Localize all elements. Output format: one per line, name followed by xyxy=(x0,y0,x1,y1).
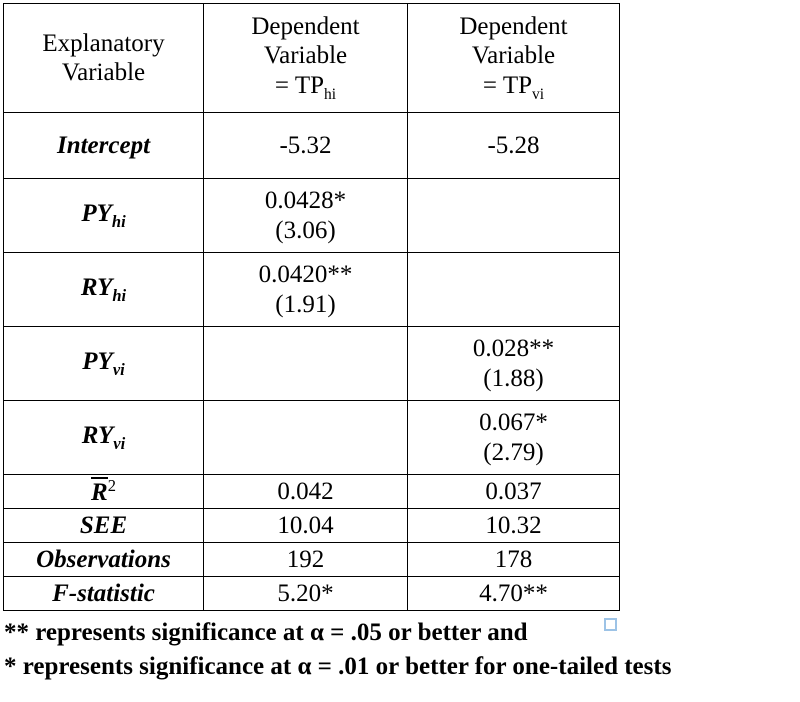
header-equation: = TPhi xyxy=(204,71,407,104)
header-dependent-variable-tphi: Dependent Variable = TPhi xyxy=(203,3,408,113)
row-label-base: SEE xyxy=(79,511,128,539)
cell-r-squared-tpvi: 0.037 xyxy=(407,474,620,509)
table-header-row: Explanatory Variable Dependent Variable … xyxy=(3,3,620,113)
selection-handle[interactable] xyxy=(604,618,617,631)
header-line: Variable xyxy=(61,59,146,86)
coefficient-value: -5.32 xyxy=(279,131,332,159)
row-label-base: Observations xyxy=(36,545,171,573)
row-label-py-vi: PYvi xyxy=(3,326,204,401)
cell-py-hi-tphi: 0.0428* (3.06) xyxy=(203,178,408,253)
cell-f-statistic-tphi: 5.20* xyxy=(203,576,408,611)
header-line: Explanatory xyxy=(42,29,165,57)
row-label-subscript: hi xyxy=(111,212,126,232)
footnote-double-asterisk: ** represents significance at α = .05 or… xyxy=(4,619,528,646)
header-equation: = TPvi xyxy=(408,71,619,104)
cell-ry-hi-tphi: 0.0420** (1.91) xyxy=(203,252,408,327)
row-label-superscript: 2 xyxy=(107,475,116,495)
table-row: RYvi 0.067* (2.79) xyxy=(3,400,620,475)
table-footnotes: ** represents significance at α = .05 or… xyxy=(4,616,796,684)
stats-table: Explanatory Variable Dependent Variable … xyxy=(3,3,620,611)
row-label-observations: Observations xyxy=(3,542,204,577)
tstat-value: (2.79) xyxy=(483,438,544,466)
table-row: R2 0.042 0.037 xyxy=(3,474,620,509)
row-label-f-statistic: F-statistic xyxy=(3,576,204,611)
coefficient-value: 0.028** xyxy=(472,335,555,362)
table-row: Observations 192 178 xyxy=(3,542,620,577)
row-label-base: PY xyxy=(81,200,112,228)
cell-py-hi-tpvi xyxy=(407,178,620,253)
regression-results-table: Explanatory Variable Dependent Variable … xyxy=(3,3,620,611)
cell-see-tpvi: 10.32 xyxy=(407,508,620,543)
row-label-base: RY xyxy=(81,422,114,450)
row-label-base: PY xyxy=(82,348,113,376)
cell-see-tphi: 10.04 xyxy=(203,508,408,543)
cell-observations-tpvi: 178 xyxy=(407,542,620,577)
tstat-value: (3.06) xyxy=(275,216,336,244)
coefficient-value: 0.067* xyxy=(479,409,548,436)
cell-ry-vi-tphi xyxy=(203,400,408,475)
row-label-r-squared: R2 xyxy=(3,474,204,509)
row-label-subscript: vi xyxy=(113,434,126,454)
tstat-value: (1.91) xyxy=(275,290,336,318)
table-row: PYvi 0.028** (1.88) xyxy=(3,326,620,401)
header-explanatory-variable: Explanatory Variable xyxy=(3,3,204,113)
header-line: Variable xyxy=(471,42,556,70)
cell-py-vi-tpvi: 0.028** (1.88) xyxy=(407,326,620,401)
cell-ry-vi-tpvi: 0.067* (2.79) xyxy=(407,400,620,475)
row-label-base: F-statistic xyxy=(52,579,155,607)
header-equation-subscript: vi xyxy=(532,85,545,103)
header-line: Variable xyxy=(263,42,348,70)
table-row: RYhi 0.0420** (1.91) xyxy=(3,252,620,327)
cell-py-vi-tphi xyxy=(203,326,408,401)
cell-ry-hi-tpvi xyxy=(407,252,620,327)
cell-observations-tphi: 192 xyxy=(203,542,408,577)
cell-r-squared-tphi: 0.042 xyxy=(203,474,408,509)
header-line: Dependent xyxy=(251,12,360,40)
cell-intercept-tpvi: -5.28 xyxy=(407,112,620,179)
cell-f-statistic-tpvi: 4.70** xyxy=(407,576,620,611)
table-row: PYhi 0.0428* (3.06) xyxy=(3,178,620,253)
header-equation-base: = TP xyxy=(274,71,324,99)
header-equation-base: = TP xyxy=(482,71,532,99)
header-equation-subscript: hi xyxy=(324,85,337,103)
row-label-subscript: vi xyxy=(112,360,125,380)
table-row: SEE 10.04 10.32 xyxy=(3,508,620,543)
coefficient-value: -5.28 xyxy=(487,131,540,159)
row-label-base: RY xyxy=(80,274,113,302)
row-label-base: R xyxy=(91,476,108,506)
row-label-ry-vi: RYvi xyxy=(3,400,204,475)
row-label-intercept: Intercept xyxy=(3,112,204,179)
row-label-py-hi: PYhi xyxy=(3,178,204,253)
footnote-single-asterisk: * represents significance at α = .01 or … xyxy=(4,653,672,680)
cell-intercept-tphi: -5.32 xyxy=(203,112,408,179)
table-row: F-statistic 5.20* 4.70** xyxy=(3,576,620,611)
coefficient-value: 0.0428* xyxy=(264,187,347,214)
row-label-base: Intercept xyxy=(56,131,151,159)
header-line: Dependent xyxy=(459,12,568,40)
row-label-see: SEE xyxy=(3,508,204,543)
header-dependent-variable-tpvi: Dependent Variable = TPvi xyxy=(407,3,620,113)
row-label-ry-hi: RYhi xyxy=(3,252,204,327)
row-label-subscript: hi xyxy=(112,286,127,306)
coefficient-value: 0.0420** xyxy=(258,261,353,288)
tstat-value: (1.88) xyxy=(483,364,544,392)
table-row: Intercept -5.32 -5.28 xyxy=(3,112,620,179)
